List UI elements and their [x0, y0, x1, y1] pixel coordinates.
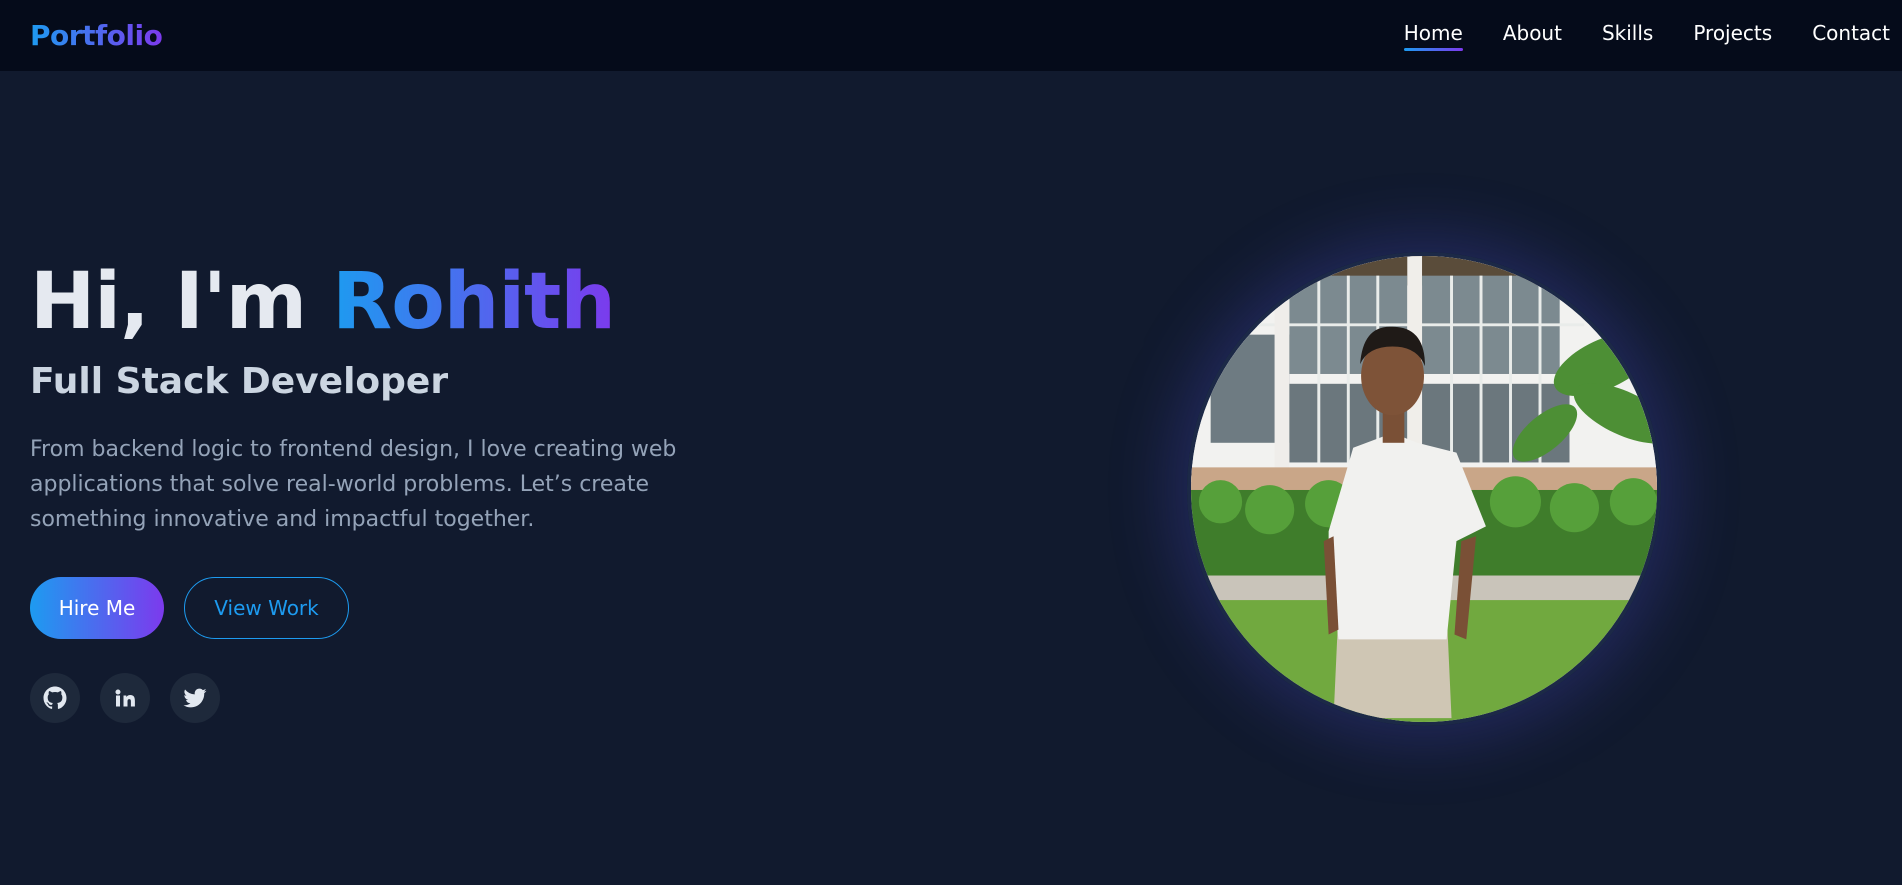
hero-description: From backend logic to frontend design, I… — [30, 437, 677, 532]
nav-link-home[interactable]: Home — [1403, 21, 1463, 51]
profile-photo-image — [1191, 256, 1657, 722]
nav-link-contact[interactable]: Contact — [1812, 21, 1890, 51]
twitter-icon — [183, 688, 207, 708]
github-icon — [43, 686, 67, 709]
linkedin-icon — [115, 689, 135, 707]
social-links — [30, 673, 750, 723]
hero-buttons: Hire Me View Work — [30, 577, 750, 639]
nav-links: Home About Skills Projects Contact — [1403, 21, 1902, 51]
profile-photo — [1187, 252, 1661, 726]
twitter-link[interactable] — [170, 673, 220, 723]
nav-link-projects[interactable]: Projects — [1693, 21, 1772, 51]
view-work-button[interactable]: View Work — [184, 577, 349, 639]
hire-me-button[interactable]: Hire Me — [30, 577, 164, 639]
hero-heading: Hi, I'm Rohith — [30, 256, 750, 348]
github-link[interactable] — [30, 673, 80, 723]
linkedin-link[interactable] — [100, 673, 150, 723]
nav-link-skills[interactable]: Skills — [1602, 21, 1653, 51]
nav-link-about[interactable]: About — [1503, 21, 1562, 51]
hero-content: Hi, I'm Rohith Full Stack Developer From… — [30, 256, 750, 723]
hero-greeting: Hi, I'm — [30, 257, 307, 347]
logo[interactable]: Portfolio — [30, 19, 163, 52]
hero-subtitle: Full Stack Developer — [30, 361, 449, 402]
navbar: Portfolio Home About Skills Projects Con… — [0, 0, 1902, 71]
hero-name: Rohith — [332, 257, 616, 347]
